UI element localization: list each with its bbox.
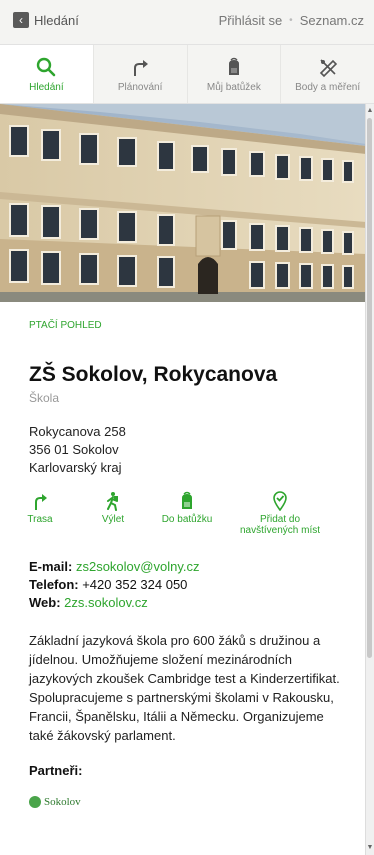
email-link[interactable]: zs2sokolov@volny.cz [76,559,200,574]
place-actions: Trasa Výlet Do batůžku Přidat do navštív… [21,491,359,536]
tab-measure[interactable]: Body a měření [281,45,374,103]
web-row: Web: 2zs.sokolov.cz [29,594,359,612]
tab-label: Hledání [29,81,64,93]
phone-label: Telefon: [29,577,79,592]
route-button[interactable]: Trasa [21,491,59,536]
top-links: Přihlásit se • Seznam.cz [219,13,364,28]
action-label: Přidat do navštívených míst [239,514,321,536]
scrollbar[interactable]: ▲ ▼ [365,104,374,855]
back-button[interactable]: ‹ Hledání [13,12,79,28]
contact-info: E-mail: zs2sokolov@volny.cz Telefon: +42… [29,558,359,612]
partners-heading: Partneři: [29,763,83,778]
address-street: Rokycanova 258 [29,424,126,439]
address-region: Karlovarský kraj [29,460,122,475]
partner-logo-text: Sokolov [44,796,81,808]
route-icon [35,494,47,510]
tab-backpack[interactable]: Můj batůžek [188,45,282,103]
scroll-down-arrow-icon[interactable]: ▼ [366,843,374,853]
place-address: Rokycanova 258 356 01 Sokolov Karlovarsk… [29,423,359,477]
back-label: Hledání [34,12,79,28]
tab-planning[interactable]: Plánování [94,45,188,103]
email-row: E-mail: zs2sokolov@volny.cz [29,558,359,576]
add-to-backpack-button[interactable]: Do batůžku [155,491,219,536]
place-description: Základní jazyková škola pro 600 žáků s d… [29,633,340,743]
address-city: 356 01 Sokolov [29,442,119,457]
backpack-icon [228,57,239,75]
partner-logo[interactable]: Sokolov [29,796,359,808]
login-link[interactable]: Přihlásit se [219,13,283,28]
scroll-up-arrow-icon[interactable]: ▲ [366,106,374,116]
action-label: Výlet [101,514,125,525]
web-label: Web: [29,595,61,610]
hiker-icon [107,492,118,511]
top-bar: ‹ Hledání Přihlásit se • Seznam.cz [0,0,374,45]
place-title: ZŠ Sokolov, Rokycanova [29,363,278,386]
tab-label: Můj batůžek [206,81,261,93]
route-icon [134,59,149,76]
tab-label: Body a měření [295,81,361,93]
search-icon [37,57,56,76]
place-photo[interactable] [0,104,366,302]
visited-icon [273,491,287,511]
main-tabs: Hledání Plánování Můj batůžek Body a měř… [0,45,374,104]
place-detail: PTAČÍ POHLED ZŠ Sokolov, Rokycanova Škol… [27,318,359,808]
sokolov-logo-icon [29,796,41,808]
aerial-view-link[interactable]: PTAČÍ POHLED [29,320,359,331]
action-label: Trasa [27,514,53,525]
scroll-thumb[interactable] [367,118,372,658]
place-category: Škola [29,391,60,405]
seznam-link[interactable]: Seznam.cz [300,13,364,28]
phone-value: +420 352 324 050 [82,577,188,592]
trip-button[interactable]: Výlet [91,491,135,536]
backpack-icon [182,491,192,509]
email-label: E-mail: [29,559,73,574]
school-building-image [0,104,366,302]
web-link[interactable]: 2zs.sokolov.cz [64,595,148,610]
tab-search[interactable]: Hledání [0,45,94,103]
phone-row: Telefon: +420 352 324 050 [29,576,359,594]
separator-dot: • [289,15,293,26]
tab-label: Plánování [117,81,163,93]
action-label: Do batůžku [161,514,213,525]
add-visited-button[interactable]: Přidat do navštívených míst [231,491,329,536]
ruler-icon [319,58,337,77]
chevron-left-icon: ‹ [13,12,29,28]
